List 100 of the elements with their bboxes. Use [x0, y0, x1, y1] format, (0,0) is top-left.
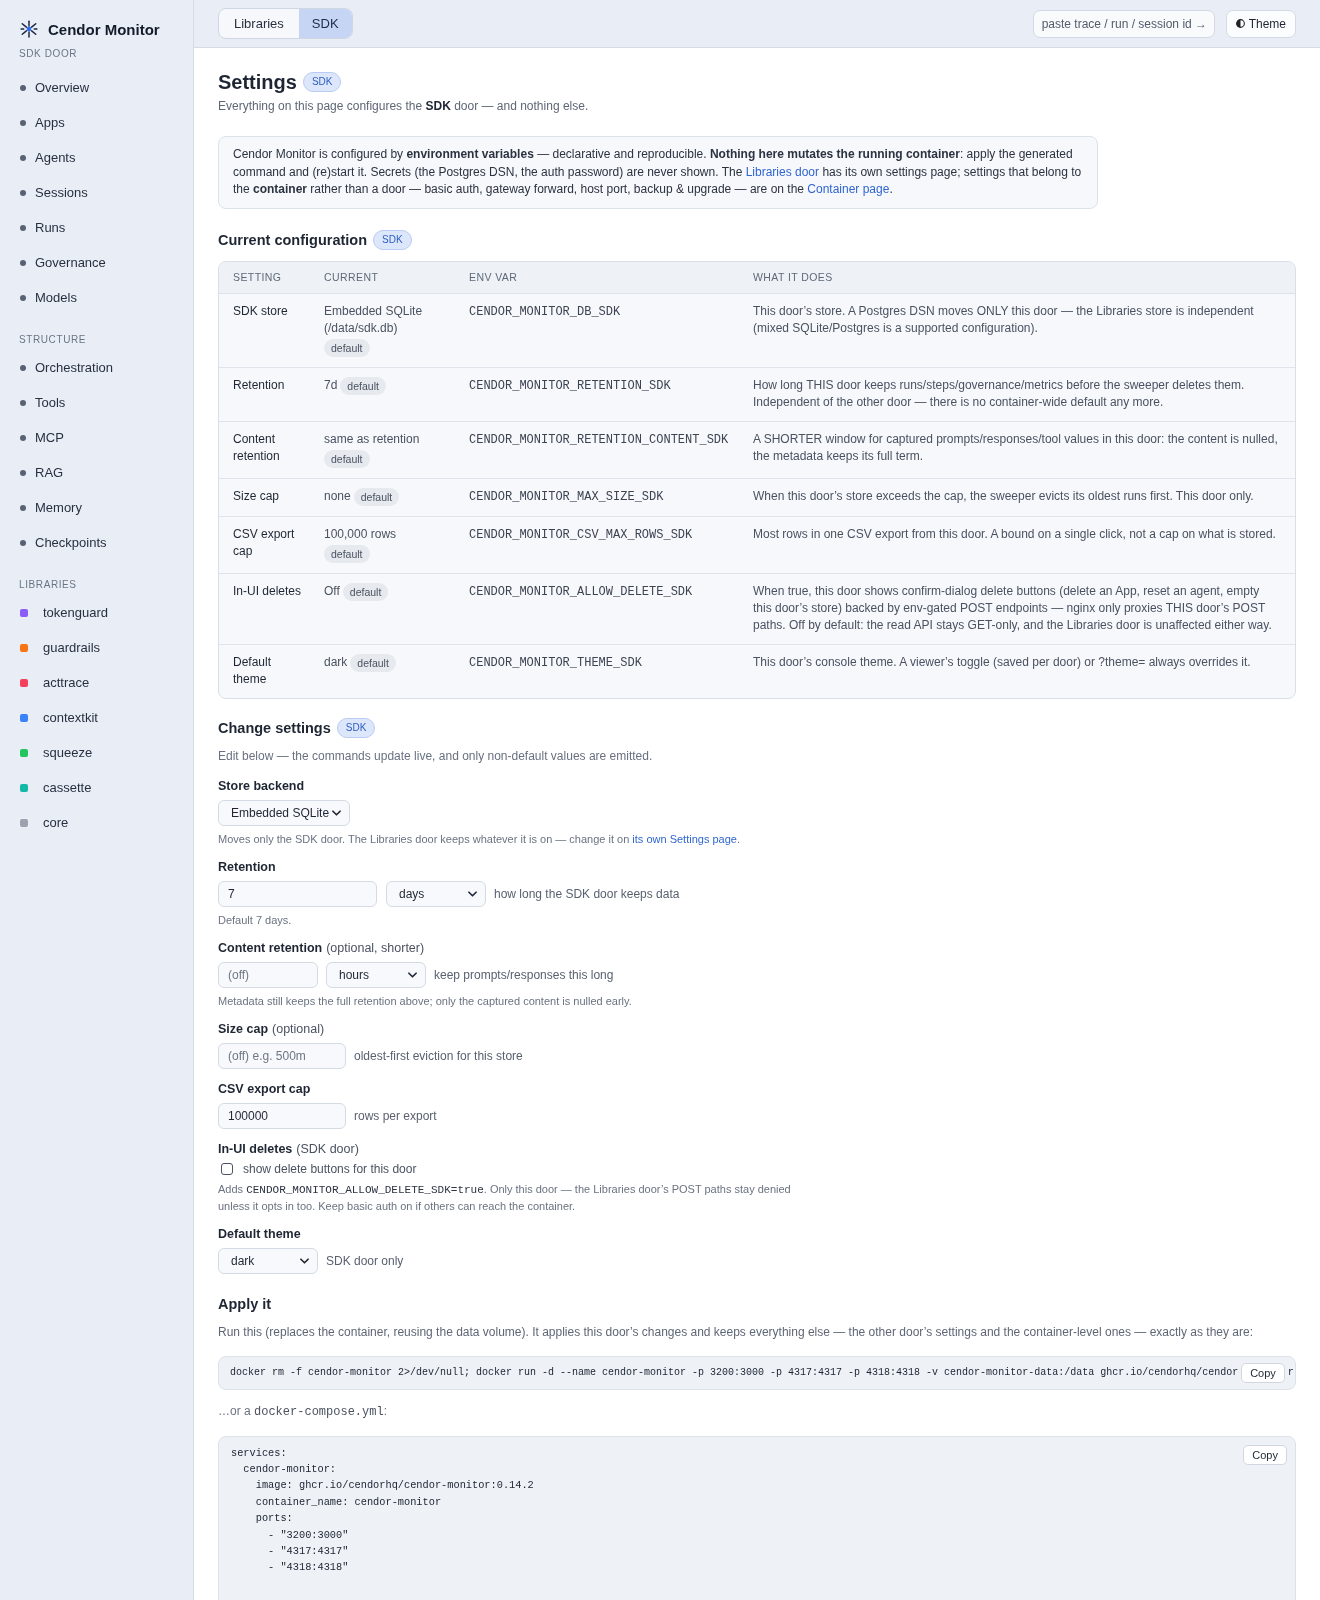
nav-item[interactable]: squeeze	[0, 735, 193, 770]
apply-intro: Run this (replaces the container, reusing the data volume). It applies this door’s changes and keeps everything else — the other door’s settings and the container-level ones — exactly as they are:	[218, 1323, 1255, 1340]
env-var-name: CENDOR_MONITOR_RETENTION_SDK	[469, 378, 671, 393]
door-badge: SDK	[373, 229, 412, 250]
bullet-dot-icon	[20, 119, 26, 126]
contrast-icon	[1235, 19, 1245, 28]
field-label: Size cap (optional)	[218, 1020, 325, 1037]
compose-intro: …or a docker-compose.yml:	[218, 1402, 388, 1420]
copy-button[interactable]: Copy	[1241, 1362, 1285, 1383]
dropdown[interactable]: dark	[218, 1247, 318, 1274]
field-label: Content retention (optional, shorter)	[218, 939, 425, 956]
dropdown[interactable]: Embedded SQLite	[218, 799, 350, 826]
bullet-dot-icon	[20, 364, 26, 371]
section-title: Change settings	[218, 718, 331, 738]
nav-item[interactable]: Tools	[0, 385, 193, 420]
setting-description: Most rows in one CSV export from this door. A bound on a single click, not a cap on what is stored.	[753, 526, 1276, 541]
default-badge: default	[324, 449, 370, 468]
nav-item[interactable]: Checkpoints	[0, 525, 193, 560]
section-title: Apply it	[218, 1294, 272, 1314]
section-heading: SDK DOOR	[18, 47, 78, 61]
bullet-dot-icon	[20, 399, 26, 406]
column-header: CURRENT	[324, 271, 379, 283]
text-input[interactable]: (off)	[218, 961, 318, 988]
nav-item[interactable]: Agents	[0, 140, 193, 175]
checkbox-label: show delete buttons for this door	[243, 1161, 417, 1176]
bullet-dot-icon	[20, 84, 26, 91]
setting-name: CSV export cap	[233, 526, 295, 558]
door-tab[interactable]: Libraries	[219, 9, 299, 38]
bullet-dot-icon	[20, 294, 26, 301]
inline-link[interactable]: Libraries door	[745, 164, 820, 179]
current-value: same as retention	[324, 430, 420, 448]
field-hint: oldest-first eviction for this store	[354, 1048, 523, 1063]
dropdown[interactable]: hours	[326, 961, 426, 988]
section-heading: LIBRARIES	[18, 578, 77, 592]
nav-item[interactable]: acttrace	[0, 665, 193, 700]
nav-item[interactable]: tokenguard	[0, 595, 193, 630]
compose-code: services: cendor-monitor: image: ghcr.io/cendorhq/cendor-monitor:0.14.2 container_name: cendor-monitor ports: - "3200:3000" - "4317:4317" - "4318:4318"	[231, 1445, 534, 1576]
section-heading: STRUCTURE	[18, 333, 87, 347]
setting-name: Content retention	[233, 431, 280, 463]
nav-item[interactable]: RAG	[0, 455, 193, 490]
field-hint: keep prompts/responses this long	[434, 967, 614, 982]
setting-description: When this door’s store exceeds the cap, the sweeper evicts its oldest runs first. This door only.	[753, 488, 1254, 503]
env-var-name: CENDOR_MONITOR_CSV_MAX_ROWS_SDK	[469, 527, 693, 542]
setting-name: SDK store	[233, 303, 288, 318]
nav-item[interactable]: Overview	[0, 70, 193, 105]
field-help: Adds CENDOR_MONITOR_ALLOW_DELETE_SDK=true. Only this door — the Libraries door’s POST paths stay denied unless it opts in too. Keep basic auth on if others can reach the container.	[218, 1181, 792, 1214]
setting-description: A SHORTER window for captured prompts/responses/tool values in this door: the content is nulled, the metadata keeps its full term.	[753, 431, 1278, 463]
column-header: ENV VAR	[469, 271, 518, 283]
info-note: Cendor Monitor is configured by environment variables — declarative and reproducible. Nothing here mutates the running container: apply the generated command and (re)start it. Secrets (the Postgres DSN, the auth password) are never shown. The Libraries door has its own settings page; settings that belong to the container rather than a door — basic auth, gateway forward, host port, backup & upgrade — are on the Container page.	[218, 136, 1098, 209]
nav-item[interactable]: cassette	[0, 770, 193, 805]
field-help: Moves only the SDK door. The Libraries door keeps whatever it is on — change it on its own Settings page.	[218, 831, 741, 847]
section-title: Current configuration	[218, 230, 368, 250]
field-label: Retention	[218, 858, 276, 875]
default-badge: default	[340, 376, 386, 395]
text-input[interactable]: 7	[218, 880, 377, 907]
chevron-down-icon	[300, 1257, 309, 1264]
env-var-name: CENDOR_MONITOR_RETENTION_CONTENT_SDK	[469, 432, 729, 447]
nav-item[interactable]: guardrails	[0, 630, 193, 665]
field-hint: SDK door only	[326, 1253, 404, 1268]
setting-name: Size cap	[233, 488, 280, 503]
dropdown[interactable]: days	[386, 880, 486, 907]
env-var-name: CENDOR_MONITOR_MAX_SIZE_SDK	[469, 489, 664, 504]
theme-button[interactable]: Theme	[1225, 9, 1296, 38]
command-overflow-text: r	[1287, 1367, 1294, 1378]
nav-item[interactable]: Memory	[0, 490, 193, 525]
field-label: CSV export cap	[218, 1080, 311, 1097]
nav-item[interactable]: Models	[0, 280, 193, 315]
current-value: 7d	[324, 377, 338, 394]
checkbox[interactable]	[221, 1162, 233, 1175]
env-var-name: CENDOR_MONITOR_THEME_SDK	[469, 655, 642, 670]
setting-description: How long THIS door keeps runs/steps/governance/metrics before the sweeper deletes them. Independent of the other door — there is no container-wide default any more.	[753, 377, 1245, 409]
text-input[interactable]: (off) e.g. 500m	[218, 1042, 346, 1069]
default-badge: default	[342, 582, 389, 601]
copy-button[interactable]: Copy	[1243, 1444, 1287, 1465]
chevron-down-icon	[332, 809, 341, 816]
nav-item[interactable]: core	[0, 805, 193, 840]
env-var-name: CENDOR_MONITOR_ALLOW_DELETE_SDK	[469, 584, 693, 599]
nav-item[interactable]: Sessions	[0, 175, 193, 210]
field-hint: rows per export	[354, 1108, 437, 1123]
text-input[interactable]: 100000	[218, 1102, 346, 1129]
door-badge: SDK	[336, 717, 376, 738]
chevron-down-icon	[408, 971, 417, 978]
page-subtitle: Everything on this page configures the SDK door — and nothing else.	[218, 98, 590, 114]
env-var-name: CENDOR_MONITOR_DB_SDK	[469, 304, 621, 319]
nav-item[interactable]: Governance	[0, 245, 193, 280]
setting-description: When true, this door shows confirm-dialog delete buttons (delete an App, reset an agent, empty this door’s store) backed by env-gated POST endpoints — nginx only proxies THIS door’s POST paths. Off by default: the read API stays GET-only, and the Libraries door is unaffected either way.	[753, 583, 1272, 632]
door-tab[interactable]: SDK	[298, 9, 352, 38]
page-title: Settings	[218, 70, 297, 95]
nav-item[interactable]: contextkit	[0, 700, 193, 735]
inline-link[interactable]: its own Settings page	[632, 832, 737, 845]
nav-item[interactable]: Runs	[0, 210, 193, 245]
field-help: Metadata still keeps the full retention above; only the captured content is nulled early.	[218, 993, 633, 1009]
search-field[interactable]: paste trace / run / session id →	[1032, 9, 1215, 38]
bullet-dot-icon	[20, 469, 26, 476]
door-badge: SDK	[302, 72, 342, 92]
nav-item[interactable]: Apps	[0, 105, 193, 140]
nav-item[interactable]: Orchestration	[0, 350, 193, 385]
nav-item[interactable]: MCP	[0, 420, 193, 455]
setting-name: In-UI deletes	[233, 583, 302, 598]
column-header: SETTING	[233, 271, 282, 283]
